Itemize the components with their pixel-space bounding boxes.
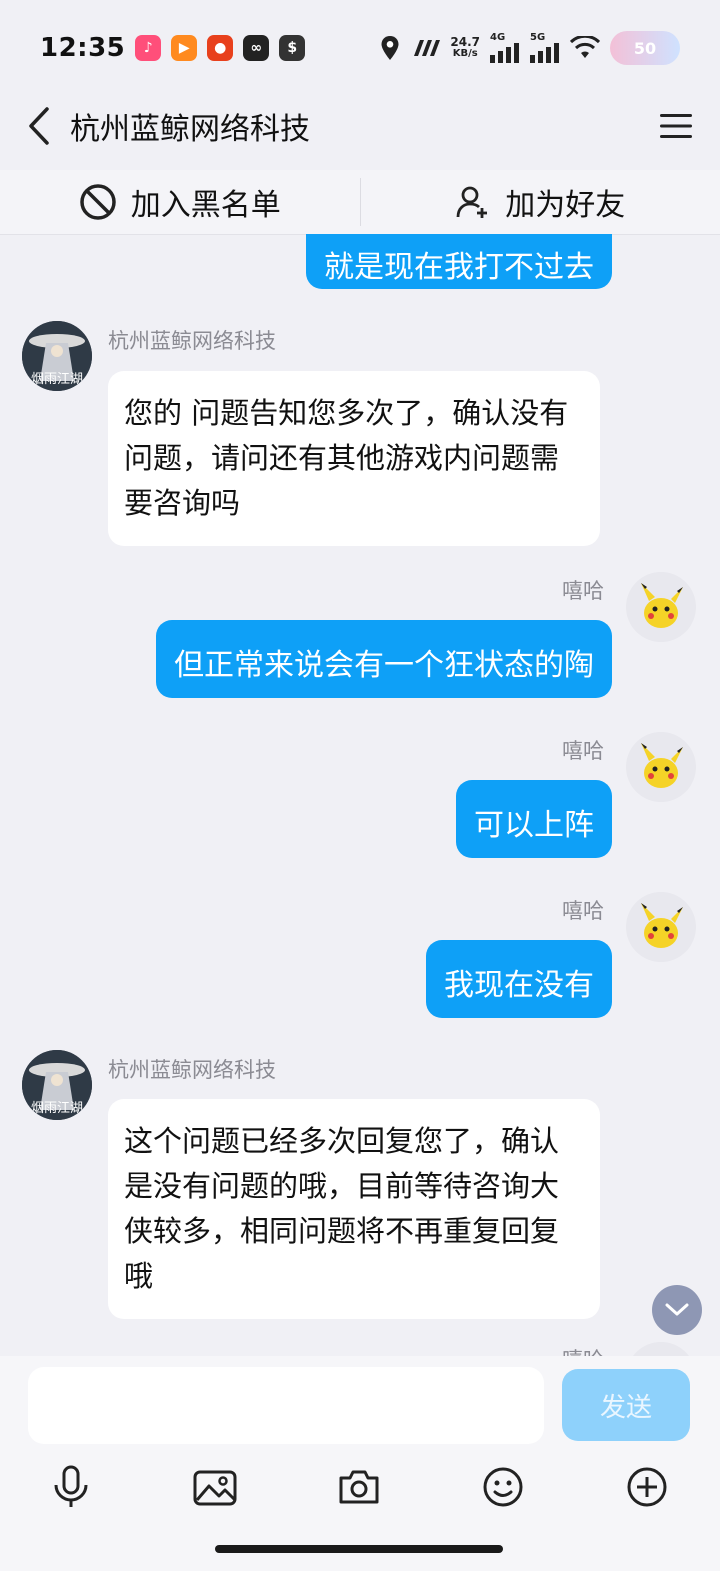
camera-button[interactable] xyxy=(335,1463,383,1511)
shop-app-icon: ● xyxy=(207,35,234,61)
clock: 12:35 xyxy=(40,33,126,63)
title-bar: 杭州蓝鲸网络科技 xyxy=(0,96,720,156)
network-speed: 24.7 KB/s xyxy=(450,36,480,60)
message-bubble-incoming[interactable]: 这个问题已经多次回复您了，确认是没有问题的哦，目前等待咨询大侠较多，相同问题将不… xyxy=(108,1099,600,1319)
sig1-label: 4G xyxy=(490,32,506,43)
block-icon xyxy=(80,184,116,220)
signal-5g: 5G xyxy=(530,33,560,63)
block-button[interactable]: 加入黑名单 xyxy=(0,180,360,224)
page-title: 杭州蓝鲸网络科技 xyxy=(70,112,310,147)
sender-name: 嘻哈 xyxy=(562,1344,604,1356)
sender-name: 嘻哈 xyxy=(562,899,604,923)
sender-name: 嘻哈 xyxy=(562,739,604,763)
message-text: 这个问题已经多次回复您了，确认是没有问题的哦，目前等待咨询大侠较多，相同问题将不… xyxy=(124,1124,560,1293)
link-app-icon: ∞ xyxy=(243,35,270,61)
avatar-image: 烟雨江湖 xyxy=(22,321,92,391)
speed-value: 24.7 xyxy=(450,35,480,49)
avatar[interactable] xyxy=(626,1342,696,1356)
image-button[interactable] xyxy=(191,1463,239,1511)
message-input[interactable] xyxy=(28,1367,544,1444)
sender-name: 杭州蓝鲸网络科技 xyxy=(108,1058,276,1082)
hamburger-menu-icon xyxy=(660,114,692,138)
add-friend-button[interactable]: 加为好友 xyxy=(361,180,720,224)
add-user-icon xyxy=(456,186,488,218)
avatar-caption: 烟雨江湖 xyxy=(31,372,83,387)
carrier-icon xyxy=(414,40,441,56)
send-button[interactable]: 发送 xyxy=(562,1369,690,1441)
microphone-icon xyxy=(54,1465,88,1507)
speed-unit: KB/s xyxy=(452,48,478,59)
chevron-left-icon xyxy=(29,107,49,145)
avatar[interactable] xyxy=(626,892,696,962)
message-text: 就是现在我打不过去 xyxy=(324,250,594,285)
signal-bars-icon xyxy=(490,43,519,63)
emoji-icon xyxy=(483,1467,523,1507)
menu-button[interactable] xyxy=(656,106,696,146)
avatar-caption: 烟雨江湖 xyxy=(31,1101,83,1116)
pay-app-icon: $ xyxy=(279,35,306,61)
location-icon xyxy=(381,36,399,60)
chat-area[interactable]: 就是现在我打不过去 烟雨江湖 杭州蓝鲸网络科技 您的 问题告知您多次了，确认没有… xyxy=(0,234,720,1356)
signal-bars-icon xyxy=(530,43,559,63)
avatar[interactable]: 烟雨江湖 xyxy=(22,321,92,391)
message-bubble-outgoing[interactable]: 可以上阵 xyxy=(456,780,612,858)
status-bar: 12:35 ♪ ▶ ● ∞ $ 24.7 KB/s 4G 5G 50 xyxy=(0,0,720,96)
message-bubble-outgoing[interactable]: 我现在没有 xyxy=(426,940,612,1018)
voice-button[interactable] xyxy=(47,1463,95,1511)
pikachu-avatar-icon xyxy=(641,583,683,628)
pikachu-avatar-icon xyxy=(641,743,683,788)
video-app-icon: ▶ xyxy=(171,35,198,61)
add-friend-label: 加为好友 xyxy=(505,188,626,223)
message-text: 我现在没有 xyxy=(444,968,594,1003)
battery-level: 50 xyxy=(633,38,657,58)
music-app-icon: ♪ xyxy=(135,35,162,61)
message-bubble-incoming[interactable]: 您的 问题告知您多次了，确认没有问题，请问还有其他游戏内问题需要咨询吗 xyxy=(108,371,600,546)
camera-icon xyxy=(339,1470,379,1504)
avatar[interactable] xyxy=(626,572,696,642)
signal-4g: 4G xyxy=(490,33,520,63)
message-bubble-outgoing[interactable]: 就是现在我打不过去 xyxy=(306,234,612,289)
back-button[interactable] xyxy=(24,106,54,146)
sender-name: 嘻哈 xyxy=(562,579,604,603)
wifi-icon xyxy=(570,36,600,58)
sender-name: 杭州蓝鲸网络科技 xyxy=(108,329,276,353)
chevron-down-icon xyxy=(665,1303,689,1316)
message-text: 可以上阵 xyxy=(474,808,594,843)
message-text: 您的 问题告知您多次了，确认没有问题，请问还有其他游戏内问题需要咨询吗 xyxy=(124,396,569,520)
scroll-to-bottom-button[interactable] xyxy=(652,1285,702,1335)
battery-indicator: 50 xyxy=(610,31,680,65)
pikachu-avatar-icon xyxy=(641,903,683,948)
sig2-label: 5G xyxy=(530,32,546,43)
plus-circle-icon xyxy=(627,1467,667,1507)
message-text: 但正常来说会有一个狂状态的陶 xyxy=(174,648,594,683)
composer: 发送 xyxy=(0,1356,720,1571)
home-indicator[interactable] xyxy=(215,1545,503,1553)
avatar-image: 烟雨江湖 xyxy=(22,1050,92,1120)
message-bubble-outgoing[interactable]: 但正常来说会有一个狂状态的陶 xyxy=(156,620,612,698)
emoji-button[interactable] xyxy=(479,1463,527,1511)
action-bar: 加入黑名单 加为好友 xyxy=(0,170,720,235)
avatar[interactable]: 烟雨江湖 xyxy=(22,1050,92,1120)
status-right: 24.7 KB/s 4G 5G 50 xyxy=(380,31,680,65)
block-label: 加入黑名单 xyxy=(130,188,281,223)
avatar[interactable] xyxy=(626,732,696,802)
image-icon xyxy=(193,1470,237,1506)
more-button[interactable] xyxy=(623,1463,671,1511)
status-left: 12:35 ♪ ▶ ● ∞ $ xyxy=(40,33,306,63)
